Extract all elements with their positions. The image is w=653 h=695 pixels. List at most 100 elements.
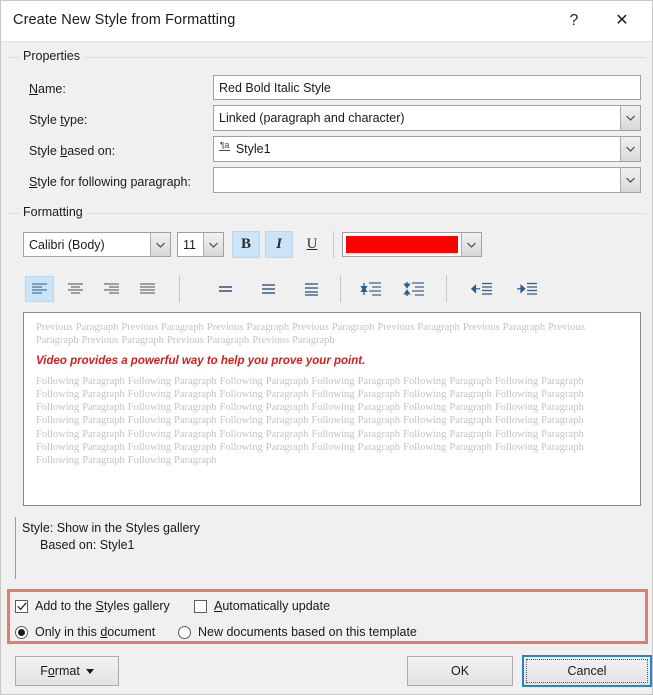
preview-following-paragraph: Following Paragraph Following Paragraph … <box>36 376 584 466</box>
format-button[interactable]: Format <box>15 656 119 686</box>
only-in-this-document-radio[interactable]: Only in this document <box>15 625 155 639</box>
name-label: Name: <box>29 82 66 96</box>
font-name-value: Calibri (Body) <box>29 237 105 252</box>
cancel-button[interactable]: Cancel <box>522 655 652 687</box>
style-following-chevron-down-icon[interactable] <box>620 168 640 192</box>
line-spacing-single-button[interactable] <box>211 276 240 302</box>
spacing-before-icon <box>359 282 381 296</box>
font-color-picker[interactable] <box>342 232 482 257</box>
bold-button[interactable]: B <box>232 231 260 258</box>
description-line-2: Based on: Style1 <box>40 537 135 552</box>
align-left-icon <box>32 283 47 294</box>
cancel-button-focus-ring: Cancel <box>526 659 648 683</box>
underline-icon: U <box>306 236 318 252</box>
style-type-label: Style type: <box>29 113 88 127</box>
style-based-label-a: Style <box>29 144 61 158</box>
italic-icon: I <box>276 236 282 252</box>
decrease-indent-icon <box>470 282 492 295</box>
line-spacing-single-icon <box>219 286 232 292</box>
style-type-combo[interactable]: Linked (paragraph and character) <box>213 105 641 131</box>
close-icon: ✕ <box>615 11 629 29</box>
italic-button[interactable]: I <box>265 231 293 258</box>
line-spacing-1-5-icon <box>262 284 275 294</box>
question-mark-icon: ? <box>569 11 579 29</box>
align-justify-button[interactable] <box>133 276 162 302</box>
automatically-update-label: Automatically update <box>214 599 331 613</box>
style-type-label-b: ype: <box>63 113 88 127</box>
line-spacing-double-button[interactable] <box>297 276 326 302</box>
properties-group-label: Properties <box>19 49 84 63</box>
style-type-value: Linked (paragraph and character) <box>219 111 405 125</box>
style-following-combo[interactable] <box>213 167 641 193</box>
only-in-this-document-label: Only in this document <box>35 625 156 639</box>
group-divider-formatting <box>9 213 646 214</box>
add-to-styles-gallery-label: Add to the Styles gallery <box>35 599 170 613</box>
checkbox-unchecked-icon <box>194 599 207 613</box>
formatting-group-label: Formatting <box>19 205 87 219</box>
new-documents-template-label: New documents based on this template <box>198 625 417 639</box>
increase-indent-button[interactable] <box>512 276 541 302</box>
toolbar-separator-3 <box>340 275 341 302</box>
font-size-chevron-down-icon[interactable] <box>203 233 223 256</box>
font-name-combo[interactable]: Calibri (Body) <box>23 232 171 257</box>
create-new-style-dialog: Create New Style from Formatting ? ✕ Pro… <box>0 0 653 695</box>
help-button[interactable]: ? <box>552 1 596 40</box>
preview-sample-text: Video provides a powerful way to help yo… <box>36 355 366 368</box>
style-based-on-combo[interactable]: ¶a Style1 <box>213 136 641 162</box>
line-spacing-double-icon <box>305 283 318 296</box>
add-to-styles-gallery-checkbox[interactable]: Add to the Styles gallery <box>15 599 170 613</box>
automatically-update-checkbox[interactable]: Automatically update <box>194 599 330 613</box>
style-name-input[interactable]: Red Bold Italic Style <box>213 75 641 100</box>
toolbar-separator-4 <box>446 275 447 302</box>
close-button[interactable]: ✕ <box>600 1 644 40</box>
caret-down-icon <box>85 668 94 674</box>
font-size-value: 11 <box>183 237 196 252</box>
linked-style-icon: ¶a <box>219 142 230 152</box>
style-type-label-a: Style <box>29 113 61 127</box>
style-following-label: Style for following paragraph: <box>29 175 191 189</box>
align-center-button[interactable] <box>61 276 90 302</box>
group-divider-properties <box>9 57 646 58</box>
style-name-value: Red Bold Italic Style <box>219 80 331 95</box>
dialog-title: Create New Style from Formatting <box>13 12 236 28</box>
name-label-rest: ame: <box>38 82 66 96</box>
font-color-swatch <box>346 236 458 253</box>
underline-button[interactable]: U <box>298 231 326 258</box>
radio-selected-icon <box>15 625 28 639</box>
align-justify-icon <box>140 283 155 294</box>
title-bar: Create New Style from Formatting ? ✕ <box>1 1 652 42</box>
font-color-chevron-down-icon[interactable] <box>461 233 481 256</box>
preview-previous-paragraph: Previous Paragraph Previous Paragraph Pr… <box>36 322 585 347</box>
toolbar-separator-2 <box>179 275 180 302</box>
style-description: Style: Show in the Styles gallery Based … <box>15 517 641 579</box>
style-based-on-value: Style1 <box>235 142 271 156</box>
align-right-button[interactable] <box>97 276 126 302</box>
checkbox-checked-icon <box>15 599 28 613</box>
style-based-on-chevron-down-icon[interactable] <box>620 137 640 161</box>
ok-button-label: OK <box>450 664 470 678</box>
toolbar-separator-1 <box>333 231 334 258</box>
style-preview-pane: Previous Paragraph Previous Paragraph Pr… <box>23 312 641 506</box>
cancel-button-label: Cancel <box>567 664 607 678</box>
style-based-on-label: Style based on: <box>29 144 116 158</box>
align-right-icon <box>104 283 119 294</box>
font-size-combo[interactable]: 11 <box>177 232 224 257</box>
description-line-1: Style: Show in the Styles gallery <box>22 521 200 535</box>
style-based-on-content: ¶a Style1 <box>214 142 620 156</box>
new-documents-template-radio[interactable]: New documents based on this template <box>178 625 417 639</box>
style-type-chevron-down-icon[interactable] <box>620 106 640 130</box>
ok-button[interactable]: OK <box>407 656 513 686</box>
align-center-icon <box>68 283 83 294</box>
style-based-label-b: ased on: <box>67 144 116 158</box>
style-following-label-rest: tyle for following paragraph: <box>37 175 191 189</box>
radio-unselected-icon <box>178 625 191 639</box>
align-left-button[interactable] <box>25 276 54 302</box>
line-spacing-1-5-button[interactable] <box>254 276 283 302</box>
increase-paragraph-spacing-button[interactable] <box>399 276 428 302</box>
decrease-paragraph-spacing-button[interactable] <box>356 276 385 302</box>
spacing-after-icon <box>402 282 424 296</box>
decrease-indent-button[interactable] <box>467 276 496 302</box>
increase-indent-icon <box>516 282 537 295</box>
bold-icon: B <box>240 236 251 252</box>
font-name-chevron-down-icon[interactable] <box>150 233 170 256</box>
